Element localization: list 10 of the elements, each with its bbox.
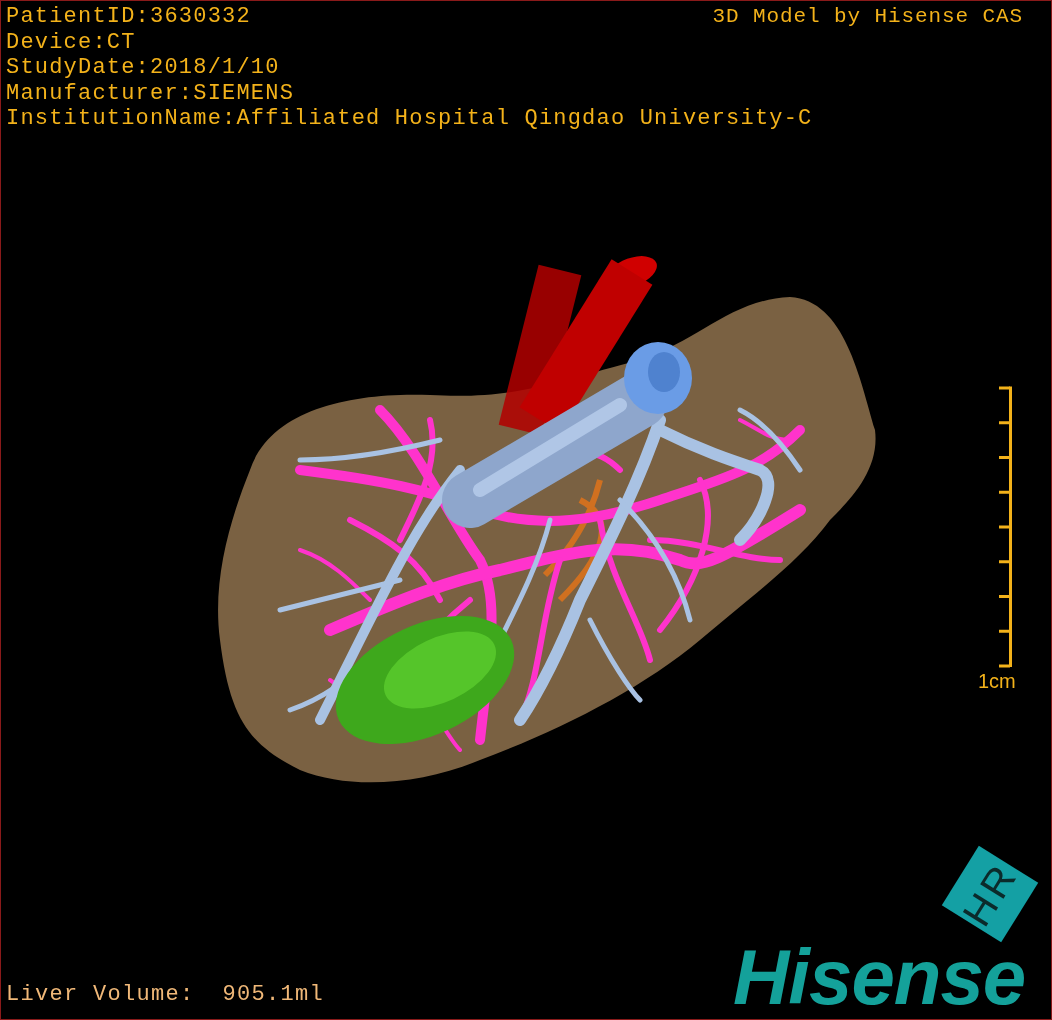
info-text: InstitutionName:Affiliated Hospital Qingdao University-C [6,106,813,132]
volume-label: Liver Volume: [6,982,195,1007]
logo-badge: HR [941,845,1039,943]
scale-label: 1cm [978,670,1016,693]
info-text: PatientID:3630332 [6,4,251,30]
info-text: StudyDate:2018/1/10 [6,55,280,81]
volume-value: 905.1ml [222,982,325,1007]
model-credit-text: 3D Model by Hisense CAS [712,4,1023,30]
info-text: Device:CT [6,29,136,55]
info-text: Manufacturer:SIEMENS [6,80,295,106]
